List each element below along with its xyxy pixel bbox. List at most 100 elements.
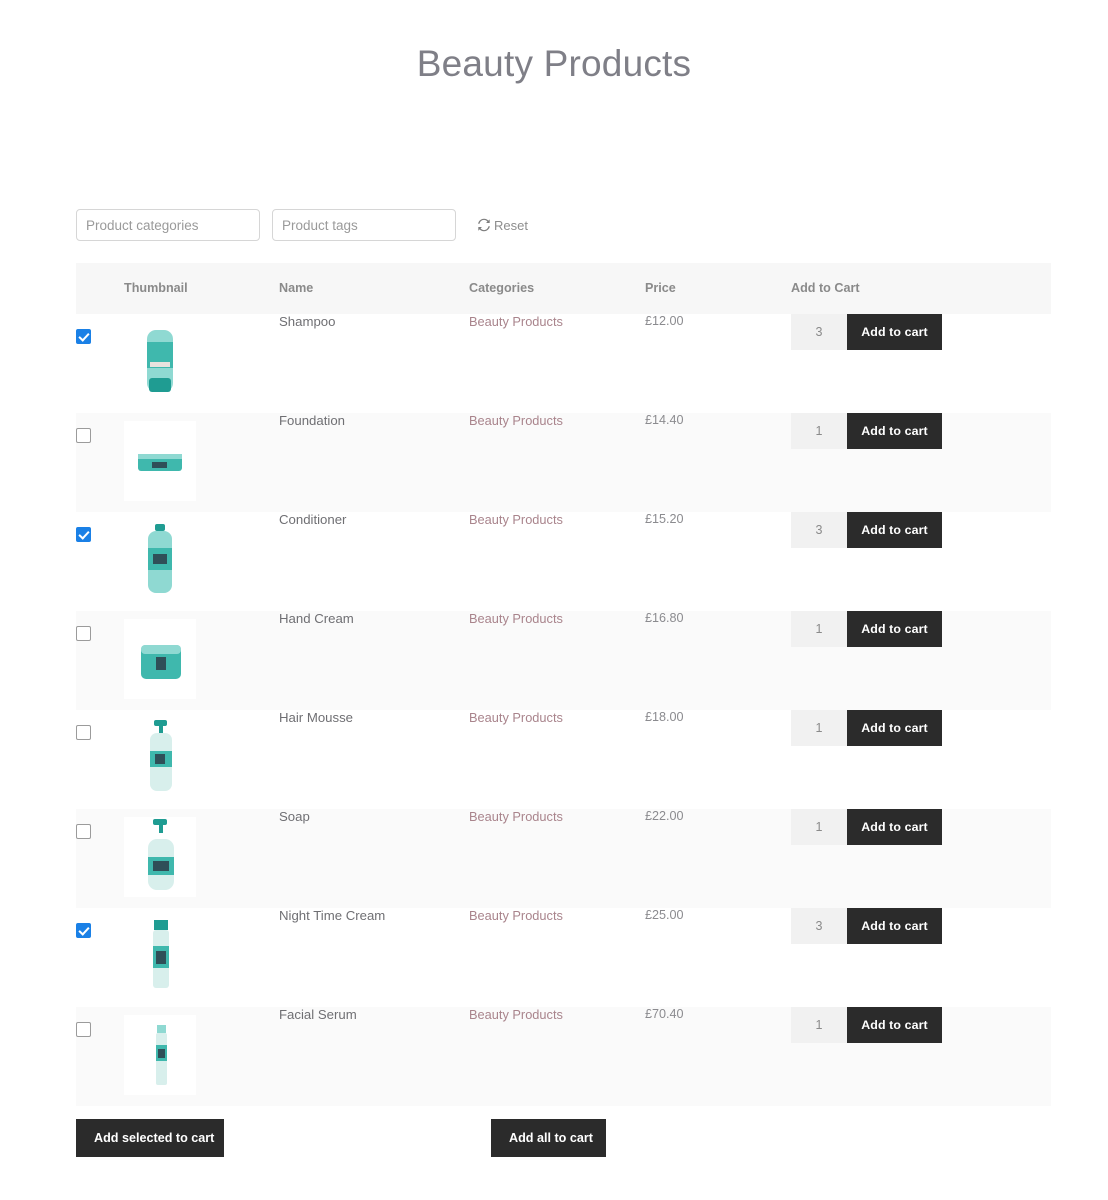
table-row: Soap Beauty Products£22.00 Add to cart	[76, 809, 1051, 908]
row-product-name: Soap	[279, 809, 310, 824]
shampoo-bottle-thumbnail[interactable]	[124, 322, 196, 402]
product-categories-select[interactable]: Product categories	[76, 209, 260, 241]
add-to-cart-button[interactable]: Add to cart	[847, 512, 942, 548]
row-product-price: £15.20	[645, 512, 684, 526]
row-select-cell	[76, 512, 124, 611]
row-add-to-cart-cell: Add to cart	[791, 611, 1051, 710]
row-product-category-link[interactable]: Beauty Products	[469, 413, 645, 512]
row-thumbnail-cell	[124, 1007, 279, 1106]
table-row: Shampoo Beauty Products£12.00 Add to cart	[76, 314, 1051, 413]
add-to-cart-button[interactable]: Add to cart	[847, 1007, 942, 1043]
quantity-input[interactable]	[791, 809, 847, 845]
row-select-cell	[76, 908, 124, 1007]
row-add-to-cart-cell: Add to cart	[791, 710, 1051, 809]
row-product-category-link[interactable]: Beauty Products	[469, 611, 645, 710]
product-tags-select[interactable]: Product tags	[272, 209, 456, 241]
row-product-category-link[interactable]: Beauty Products	[469, 809, 645, 908]
row-add-to-cart-cell: Add to cart	[791, 809, 1051, 908]
row-product-name: Night Time Cream	[279, 908, 386, 923]
quantity-input[interactable]	[791, 611, 847, 647]
row-add-to-cart-cell: Add to cart	[791, 1007, 1051, 1106]
add-to-cart-button[interactable]: Add to cart	[847, 809, 942, 845]
row-select-checkbox[interactable]	[76, 725, 91, 740]
row-product-name: Conditioner	[279, 512, 347, 527]
add-all-to-cart-button[interactable]: Add all to cart	[491, 1119, 606, 1157]
foundation-compact-thumbnail[interactable]	[124, 421, 196, 501]
add-to-cart-group: Add to cart	[791, 413, 942, 449]
row-product-price: £12.00	[645, 314, 684, 328]
add-to-cart-button[interactable]: Add to cart	[847, 908, 942, 944]
row-select-cell	[76, 809, 124, 908]
products-table: Thumbnail Name Categories Price Add to C…	[76, 263, 1051, 1106]
add-to-cart-button[interactable]: Add to cart	[847, 611, 942, 647]
hair-mousse-pump-thumbnail[interactable]	[124, 718, 196, 798]
table-row: Hair Mousse Beauty Products£18.00 Add to c…	[76, 710, 1051, 809]
row-product-price: £70.40	[645, 1007, 684, 1021]
product-categories-placeholder: Product categories	[86, 217, 199, 233]
table-row: Conditioner Beauty Products£15.20 Add to c…	[76, 512, 1051, 611]
row-select-cell	[76, 314, 124, 413]
row-product-category-link[interactable]: Beauty Products	[469, 908, 645, 1007]
column-header-name: Name	[279, 281, 314, 295]
add-to-cart-group: Add to cart	[791, 908, 942, 944]
conditioner-bottle-thumbnail[interactable]	[124, 520, 196, 600]
row-select-checkbox[interactable]	[76, 824, 91, 839]
table-row: Hand Cream Beauty Products£16.80 Add to ca…	[76, 611, 1051, 710]
quantity-input[interactable]	[791, 710, 847, 746]
add-to-cart-group: Add to cart	[791, 1007, 942, 1043]
row-thumbnail-cell	[124, 314, 279, 413]
products-table-head: Thumbnail Name Categories Price Add to C…	[76, 263, 1051, 314]
add-to-cart-group: Add to cart	[791, 809, 942, 845]
quantity-input[interactable]	[791, 413, 847, 449]
table-row: Facial Serum Beauty Products£70.40 Add to …	[76, 1007, 1051, 1106]
product-table-page: Beauty Products Product categories Produ…	[0, 0, 1108, 1200]
add-to-cart-group: Add to cart	[791, 611, 942, 647]
row-select-checkbox[interactable]	[76, 527, 91, 542]
row-product-name: Foundation	[279, 413, 345, 428]
row-product-price: £14.40	[645, 413, 684, 427]
row-select-checkbox[interactable]	[76, 428, 91, 443]
quantity-input[interactable]	[791, 908, 847, 944]
add-to-cart-group: Add to cart	[791, 314, 942, 350]
night-cream-tube-thumbnail[interactable]	[124, 916, 196, 996]
row-select-checkbox[interactable]	[76, 329, 91, 344]
row-product-category-link[interactable]: Beauty Products	[469, 710, 645, 809]
add-selected-to-cart-button[interactable]: Add selected to cart	[76, 1119, 224, 1157]
quantity-input[interactable]	[791, 512, 847, 548]
filter-bar: Product categories Product tags Reset	[76, 209, 1056, 241]
reset-filters-button[interactable]: Reset	[477, 218, 528, 233]
row-thumbnail-cell	[124, 908, 279, 1007]
column-header-select	[76, 263, 124, 314]
table-header-row: Thumbnail Name Categories Price Add to C…	[76, 263, 1051, 314]
row-thumbnail-cell	[124, 611, 279, 710]
row-product-category-link[interactable]: Beauty Products	[469, 1007, 645, 1106]
add-to-cart-button[interactable]: Add to cart	[847, 710, 942, 746]
row-select-cell	[76, 611, 124, 710]
facial-serum-tube-thumbnail[interactable]	[124, 1015, 196, 1095]
product-tags-placeholder: Product tags	[282, 217, 358, 233]
quantity-input[interactable]	[791, 1007, 847, 1043]
row-product-category-link[interactable]: Beauty Products	[469, 314, 645, 413]
add-to-cart-button[interactable]: Add to cart	[847, 314, 942, 350]
quantity-input[interactable]	[791, 314, 847, 350]
row-thumbnail-cell	[124, 512, 279, 611]
row-product-category-link[interactable]: Beauty Products	[469, 512, 645, 611]
row-product-price: £25.00	[645, 908, 684, 922]
add-to-cart-button[interactable]: Add to cart	[847, 413, 942, 449]
row-select-checkbox[interactable]	[76, 1022, 91, 1037]
column-header-thumbnail: Thumbnail	[124, 281, 188, 295]
hand-cream-jar-thumbnail[interactable]	[124, 619, 196, 699]
column-header-price: Price	[645, 281, 676, 295]
row-select-checkbox[interactable]	[76, 626, 91, 641]
soap-pump-thumbnail[interactable]	[124, 817, 196, 897]
row-thumbnail-cell	[124, 413, 279, 512]
column-header-categories: Categories	[469, 281, 535, 295]
row-select-checkbox[interactable]	[76, 923, 91, 938]
page-title: Beauty Products	[416, 43, 692, 84]
row-select-cell	[76, 413, 124, 512]
row-thumbnail-cell	[124, 710, 279, 809]
bulk-actions: Add selected to cart Add all to cart	[76, 1119, 1056, 1157]
row-product-name: Hand Cream	[279, 611, 354, 626]
products-table-body: ShampooBeauty Products£12.00Add to cartF…	[76, 314, 1051, 1106]
row-add-to-cart-cell: Add to cart	[791, 512, 1051, 611]
